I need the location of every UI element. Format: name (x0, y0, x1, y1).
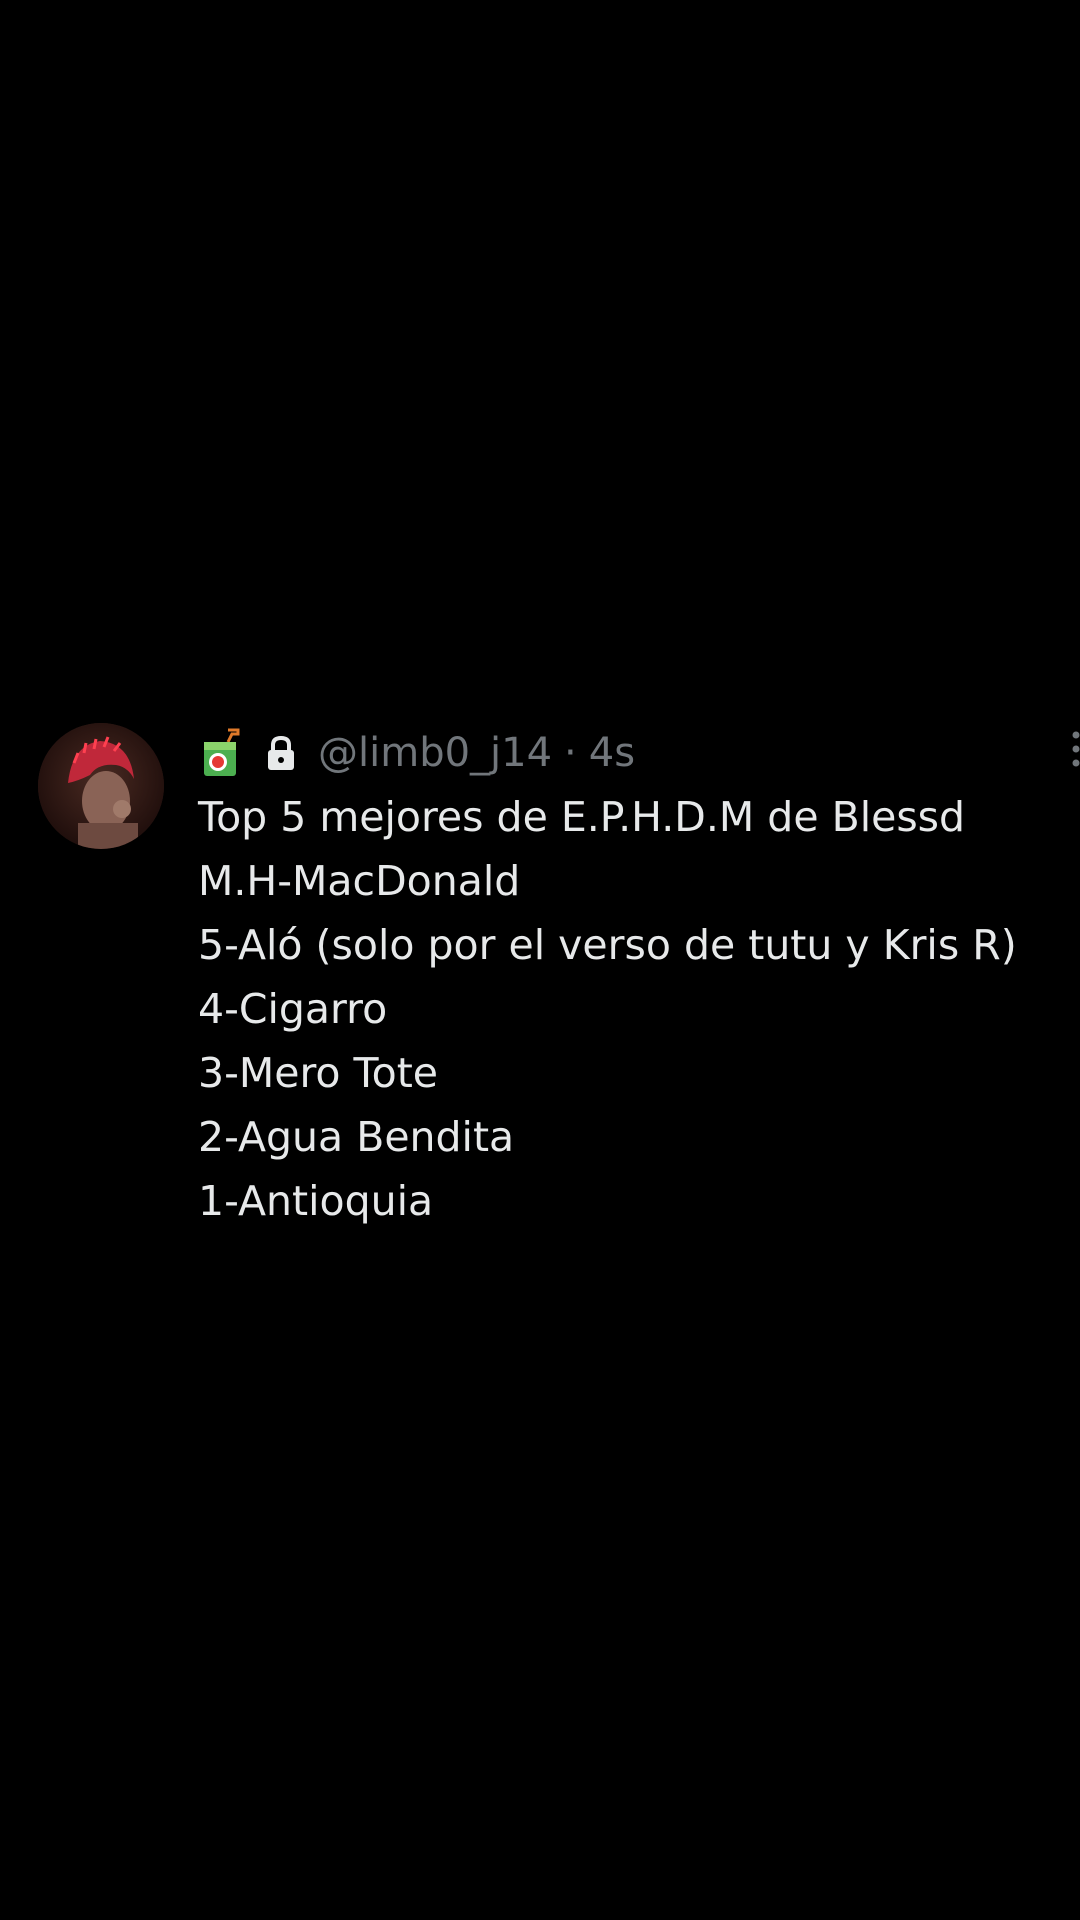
lock-icon (264, 735, 298, 771)
tweet-text-line: 5-Aló (solo por el verso de tutu y Kris … (198, 921, 1017, 969)
tweet-text: Top 5 mejores de E.P.H.D.M de Blessd M.H… (198, 785, 1078, 1233)
tweet[interactable]: @limb0_j14 · 4s Top 5 mejores de E.P.H.D… (0, 715, 1080, 1235)
user-handle[interactable]: @limb0_j14 (318, 730, 552, 776)
tweet-text-line: 3-Mero Tote (198, 1049, 439, 1097)
tweet-text-line: Top 5 mejores de E.P.H.D.M de Blessd (198, 793, 966, 841)
tweet-text-line: 2-Agua Bendita (198, 1113, 515, 1161)
more-options-icon[interactable] (1072, 727, 1080, 771)
tweet-text-line: 1-Antioquia (198, 1177, 434, 1225)
tweet-header: @limb0_j14 · 4s (198, 723, 635, 783)
tweet-text-line: M.H-MacDonald (198, 857, 521, 905)
tweet-text-line: 4-Cigarro (198, 985, 388, 1033)
timestamp[interactable]: 4s (589, 730, 635, 776)
avatar[interactable] (38, 723, 164, 849)
juice-box-emoji-icon (198, 728, 244, 778)
separator-dot: · (564, 730, 577, 776)
